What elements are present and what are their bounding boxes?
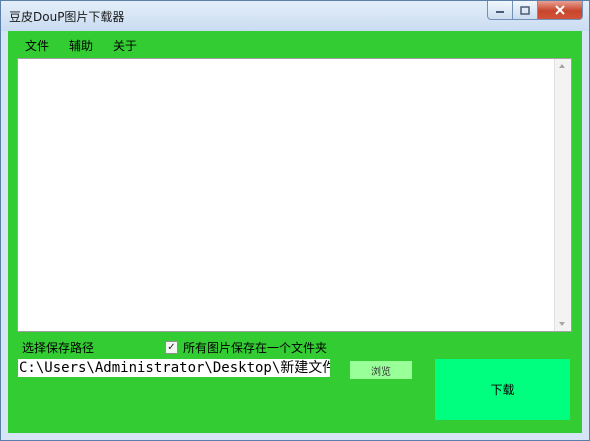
maximize-icon (520, 5, 530, 15)
log-textarea[interactable] (17, 58, 572, 332)
title-bar[interactable]: 豆皮DouP图片下载器 (1, 1, 589, 31)
app-window: 豆皮DouP图片下载器 文件 辅助 关于 选择保存路径 ✓ 所有图片保存在一个文… (0, 0, 590, 441)
download-button[interactable]: 下载 (435, 359, 570, 420)
save-path-label: 选择保存路径 (22, 341, 95, 355)
menu-file[interactable]: 文件 (25, 37, 49, 54)
window-title: 豆皮DouP图片下载器 (9, 10, 125, 24)
browse-button[interactable]: 浏览 (350, 361, 412, 379)
menu-assist[interactable]: 辅助 (69, 37, 93, 54)
minimize-button[interactable] (487, 1, 513, 20)
menu-bar: 文件 辅助 关于 (8, 31, 582, 57)
menu-about[interactable]: 关于 (113, 37, 137, 54)
scroll-up-icon[interactable] (559, 64, 565, 68)
window-controls (487, 1, 583, 21)
client-area: 文件 辅助 关于 选择保存路径 ✓ 所有图片保存在一个文件夹 C:\Users\… (8, 31, 582, 433)
maximize-button[interactable] (513, 1, 538, 20)
single-folder-label: 所有图片保存在一个文件夹 (183, 341, 328, 355)
vertical-scrollbar[interactable] (554, 59, 571, 331)
single-folder-checkbox[interactable]: ✓ (165, 341, 178, 354)
minimize-icon (496, 11, 504, 13)
close-button[interactable] (538, 1, 583, 20)
close-icon (555, 5, 565, 15)
save-path-input[interactable]: C:\Users\Administrator\Desktop\新建文件 (18, 359, 330, 377)
scroll-down-icon[interactable] (559, 322, 565, 326)
checkmark-icon: ✓ (167, 341, 176, 353)
single-folder-option[interactable]: ✓ 所有图片保存在一个文件夹 (165, 339, 327, 356)
